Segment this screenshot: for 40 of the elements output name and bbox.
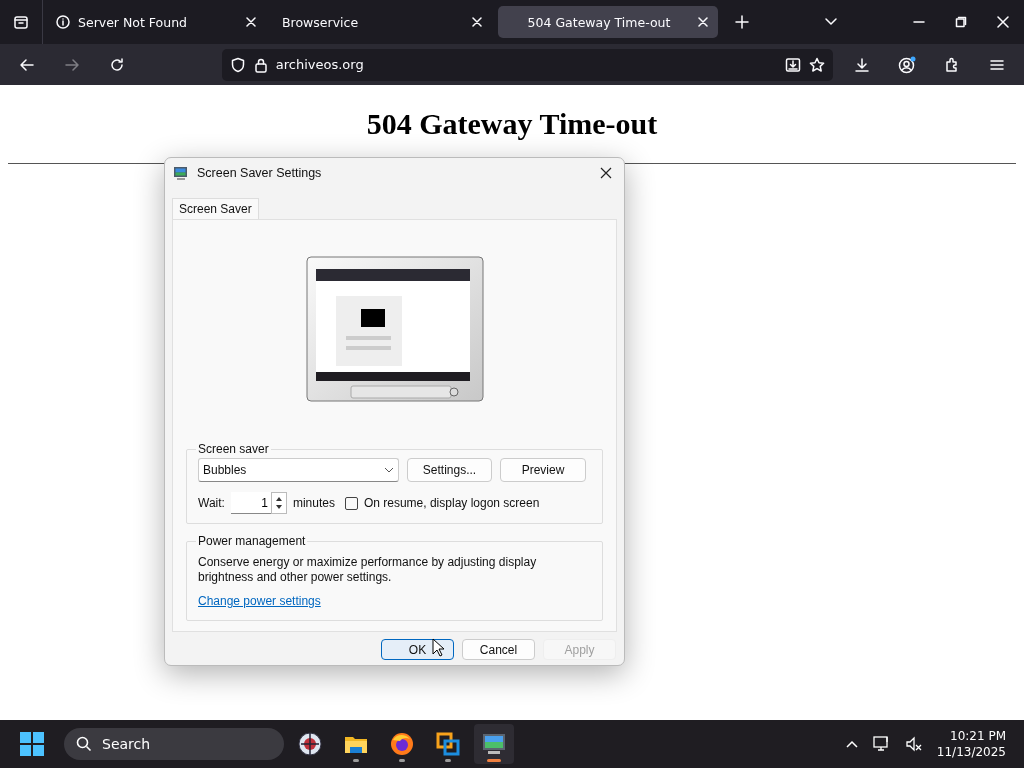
group-label: Screen saver xyxy=(197,442,270,456)
checkbox-label: On resume, display logon screen xyxy=(363,496,540,510)
power-settings-link[interactable]: Change power settings xyxy=(198,594,321,608)
network-icon[interactable] xyxy=(872,736,891,752)
address-bar[interactable]: archiveos.org xyxy=(221,48,833,81)
dialog-title: Screen Saver Settings xyxy=(197,166,323,180)
browser-tab[interactable]: 504 Gateway Time-out xyxy=(498,6,718,38)
spinner-arrows-icon[interactable] xyxy=(270,492,287,514)
dialog-button[interactable]: Cancel xyxy=(462,639,535,660)
number-field[interactable]: 1 xyxy=(230,492,271,514)
minutes-label: minutes xyxy=(292,496,335,510)
search-field[interactable]: Search xyxy=(64,728,284,760)
group-label: Power management xyxy=(197,534,307,548)
shield-icon xyxy=(229,56,246,73)
browser-tab[interactable]: Browservice xyxy=(272,6,492,38)
close-icon[interactable] xyxy=(472,17,482,27)
search-icon xyxy=(76,736,92,752)
page-heading: 504 Gateway Time-out xyxy=(365,107,659,141)
dialog-tab[interactable]: Screen Saver xyxy=(172,198,259,219)
mouse-cursor-icon xyxy=(432,638,446,658)
dialog-button[interactable]: Settings... xyxy=(407,458,492,482)
save-page-icon[interactable] xyxy=(785,56,801,73)
description-text: Conserve energy or maximize performance by adjusting display brightness and other power settings. xyxy=(198,555,538,585)
dialog-button[interactable]: OK xyxy=(381,639,454,660)
chevron-up-icon[interactable] xyxy=(844,739,859,749)
chevron-down-icon xyxy=(384,467,394,473)
monitor-icon xyxy=(173,165,189,181)
browser-tab[interactable]: Server Not Found xyxy=(46,6,266,38)
close-icon[interactable] xyxy=(246,17,256,27)
monitor-icon[interactable] xyxy=(474,724,514,764)
checkbox[interactable] xyxy=(344,496,358,510)
wait-label: Wait: xyxy=(198,496,225,510)
dropdown[interactable]: Bubbles xyxy=(198,458,399,482)
lock-icon xyxy=(253,56,268,73)
dialog-button[interactable]: Preview xyxy=(500,458,586,482)
clock[interactable]: 10:21 PM 11/13/2025 xyxy=(936,728,1006,760)
close-icon[interactable] xyxy=(698,17,708,27)
bookmark-star-icon[interactable] xyxy=(809,56,825,73)
muted-speaker-icon[interactable] xyxy=(904,736,923,752)
info-icon xyxy=(56,15,70,29)
